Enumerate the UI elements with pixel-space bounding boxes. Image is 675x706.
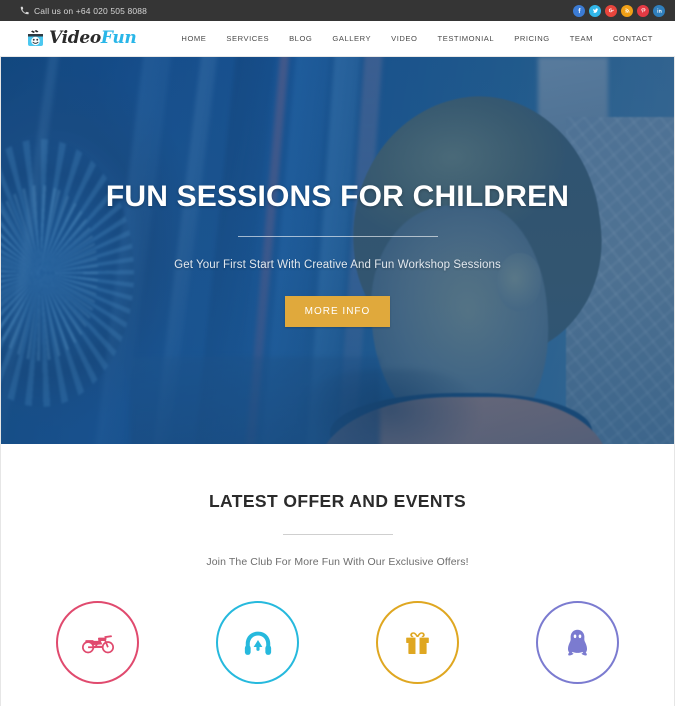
gift-icon [404, 629, 431, 657]
hero-banner: FUN SESSIONS FOR CHILDREN Get Your First… [0, 57, 675, 444]
nav-item-pricing[interactable]: PRICING [504, 34, 560, 43]
offers-section: LATEST OFFER AND EVENTS Join The Club Fo… [0, 444, 675, 706]
logo-text-primary: Video [49, 28, 101, 48]
facebook-icon[interactable] [573, 4, 585, 17]
offers-title: LATEST OFFER AND EVENTS [208, 491, 467, 511]
feature-circle-dizzy [56, 601, 140, 684]
feature-item-classic-games[interactable]: OVER 50 CLASSIC GAMES [497, 601, 657, 706]
penguin-icon [564, 628, 591, 658]
site-logo[interactable]: VideoFun [26, 29, 137, 48]
offers-divider [282, 534, 393, 535]
nav-item-gallery[interactable]: GALLERY [322, 34, 381, 43]
nav-item-contact[interactable]: CONTACT [603, 34, 653, 43]
pinterest-icon[interactable] [637, 4, 649, 17]
feature-circle-play-all-day [216, 601, 300, 684]
twitter-icon[interactable] [589, 4, 601, 17]
nav-item-testimonial[interactable]: TESTIMONIAL [428, 34, 505, 43]
linkedin-icon[interactable] [653, 4, 665, 17]
main-navbar: VideoFun HOME SERVICES BLOG GALLERY VIDE… [0, 21, 675, 57]
nav-item-blog[interactable]: BLOG [279, 34, 322, 43]
hero-content: FUN SESSIONS FOR CHILDREN Get Your First… [0, 57, 675, 444]
logo-text: VideoFun [49, 30, 137, 47]
nav-item-home[interactable]: HOME [171, 34, 216, 43]
offers-subtitle: Join The Club For More Fun With Our Excl… [206, 556, 469, 568]
nav-item-team[interactable]: TEAM [560, 34, 603, 43]
google-plus-icon[interactable] [605, 4, 617, 17]
social-links [573, 4, 669, 17]
hero-title: FUN SESSIONS FOR CHILDREN [105, 180, 570, 213]
logo-text-accent: Fun [100, 28, 137, 48]
nav-item-services[interactable]: SERVICES [216, 34, 279, 43]
rss-icon[interactable] [621, 4, 633, 17]
feature-item-play-all-day[interactable]: PLAY ALL DAY [178, 601, 338, 706]
clapperboard-smiley-icon [26, 29, 46, 48]
hero-subtitle: Get Your First Start With Creative And F… [174, 258, 501, 271]
nav-items: HOME SERVICES BLOG GALLERY VIDEO TESTIMO… [171, 34, 653, 43]
motorcycle-icon [81, 631, 115, 655]
top-bar: Call us on +64 020 505 8088 [0, 0, 675, 21]
feature-circle-special-offers [375, 601, 459, 684]
feature-circle-classic-games [535, 601, 619, 684]
contact-phone[interactable]: Call us on +64 020 505 8088 [20, 6, 147, 16]
hero-divider [237, 235, 438, 237]
page-root: Call us on +64 020 505 8088 VideoFun HOM… [0, 0, 675, 706]
phone-icon [20, 6, 29, 15]
phone-number-text: Call us on +64 020 505 8088 [34, 5, 147, 16]
headphones-icon [243, 629, 273, 657]
more-info-button[interactable]: MORE INFO [284, 295, 391, 327]
feature-item-special-offers[interactable]: SPECIAL OFFERS [338, 601, 498, 706]
feature-item-dizzy[interactable]: LET'S GO DIZZY! [18, 601, 178, 706]
nav-item-video[interactable]: VIDEO [381, 34, 427, 43]
page-border-left [0, 57, 1, 706]
feature-list: LET'S GO DIZZY! PLAY ALL DAY [0, 601, 675, 706]
